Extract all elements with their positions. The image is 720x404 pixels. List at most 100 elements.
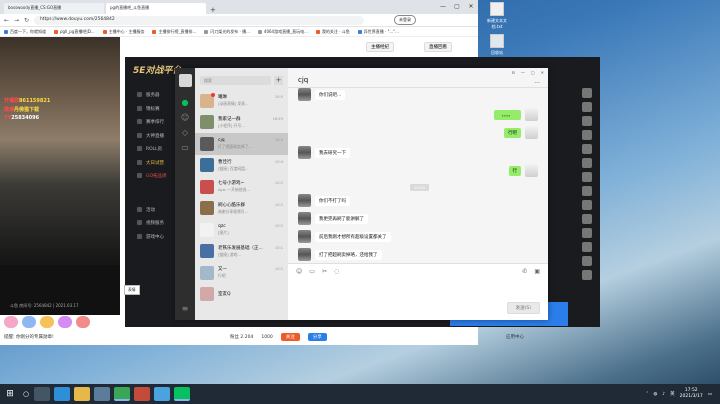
list-item[interactable]: 刷心心酷乐群 谢谢分享视频号... 10:2 [195, 198, 288, 220]
game-app-icon[interactable] [134, 387, 150, 401]
app-center-link[interactable]: 应用中心 [506, 334, 524, 340]
edge-icon[interactable] [54, 387, 70, 401]
bookmark-item[interactable]: 百度一下，你就知道 [4, 29, 46, 35]
avatar[interactable] [582, 158, 592, 168]
gift-icon[interactable] [76, 316, 90, 328]
folder-icon[interactable]: ▭ [309, 268, 315, 275]
avatar[interactable] [298, 248, 311, 261]
maximize-button[interactable]: ▢ [450, 0, 464, 14]
avatar[interactable] [582, 256, 592, 266]
close-button[interactable]: ✕ [464, 0, 478, 14]
close-button[interactable]: ✕ [541, 70, 544, 75]
add-button[interactable]: + [274, 76, 283, 85]
list-item[interactable]: 我家记一群 [小程序] 开号... 16:49 [195, 112, 288, 134]
follow-button[interactable]: 关注 [280, 333, 300, 341]
gift-icon[interactable] [58, 316, 72, 328]
avatar[interactable] [298, 230, 311, 243]
new-tab-button[interactable]: + [208, 6, 218, 14]
list-item[interactable]: 又一 行吧 10:1 [195, 262, 288, 284]
list-item[interactable]: 室友Q [195, 284, 288, 306]
account-button[interactable]: 未登录 [394, 15, 416, 25]
avatar[interactable] [582, 186, 592, 196]
avatar[interactable] [582, 270, 592, 280]
avatar[interactable] [298, 194, 311, 207]
url-field[interactable]: https://www.douyu.com/2564842 [34, 15, 364, 25]
bookmark-item[interactable]: 我的关注 · 斗鱼 [315, 29, 350, 35]
store-icon[interactable] [94, 387, 110, 401]
video-icon[interactable]: ▣ [534, 268, 540, 275]
volume-icon[interactable]: ♪ [662, 392, 665, 397]
bookmark-item[interactable]: pgll_pg直播吧|D... [54, 29, 95, 35]
maximize-button[interactable]: ▢ [531, 70, 535, 75]
list-item[interactable]: qzc [图片] 10:2 [195, 219, 288, 241]
desktop-icon-recycle-bin[interactable]: 回收站 [484, 34, 510, 56]
pin-button[interactable]: ⊟ [512, 70, 515, 75]
minimize-button[interactable]: — [436, 0, 450, 14]
clock[interactable]: 17:52 2021/3/17 [680, 388, 703, 400]
refresh-icon[interactable]: ↻ [24, 17, 30, 24]
input-language[interactable]: 英 [670, 391, 675, 397]
anchor-broker-button[interactable]: 主播经纪 [366, 42, 394, 52]
gift-icon[interactable] [40, 316, 54, 328]
qq-icon[interactable] [154, 387, 170, 401]
message-input-area[interactable]: ☺ ▭ ✂ ◌ ✆ ▣ 发送(S) [288, 263, 548, 320]
avatar[interactable] [525, 126, 538, 139]
menu-icon[interactable]: ≡ [175, 301, 195, 316]
avatar[interactable] [298, 146, 311, 159]
desktop-icon-textfile[interactable]: 新建文本文档.txt [484, 2, 510, 30]
back-icon[interactable]: ← [4, 17, 10, 24]
windows-start-icon[interactable]: ⊞ [0, 389, 20, 399]
share-button[interactable]: 分享 [307, 333, 327, 341]
avatar[interactable] [582, 172, 592, 182]
list-item[interactable]: 曦琳 [动画表情] 发表... 10:5 [195, 90, 288, 112]
chevron-up-icon[interactable]: ˄ [646, 392, 648, 397]
emoji-icon[interactable]: ☺ [296, 268, 302, 275]
chat-bubble-icon[interactable]: ◌ [334, 268, 339, 275]
chrome-icon[interactable] [114, 387, 130, 401]
chat-icon[interactable]: ● [175, 95, 195, 110]
gift-icon[interactable] [4, 316, 18, 328]
bookmark-item[interactable]: 4064游戏直播_直玩电... [257, 29, 308, 35]
bookmark-item[interactable]: 主播排行榜_直播排... [152, 29, 196, 35]
avatar[interactable] [582, 200, 592, 210]
scissors-icon[interactable]: ✂ [322, 268, 327, 275]
search-icon[interactable]: ○ [20, 390, 32, 398]
wechat-icon[interactable] [174, 387, 190, 401]
avatar[interactable] [298, 212, 311, 225]
contacts-icon[interactable]: ☺ [175, 110, 195, 125]
send-button[interactable]: 发送(S) [506, 302, 540, 314]
bookmark-item[interactable]: 异世界直播 · "..."... [357, 29, 399, 35]
notification-icon[interactable]: ▭ [708, 392, 712, 397]
avatar[interactable] [582, 88, 592, 98]
avatar[interactable] [582, 242, 592, 252]
live-stream-video[interactable]: 开播群861159821 微博丹佛猫下载 YY25834096 [0, 37, 120, 265]
list-item[interactable]: cjq 打了把面刷卖掉了... 10:5 [195, 133, 288, 155]
search-input[interactable]: 搜索 [200, 76, 271, 85]
avatar[interactable] [525, 164, 538, 177]
more-icon[interactable]: ··· [534, 80, 540, 87]
bookmark-item[interactable]: 主播中心 · 主播服务 [102, 29, 144, 35]
file-explorer-icon[interactable] [74, 387, 90, 401]
network-icon[interactable]: ◍ [653, 392, 657, 397]
list-item[interactable]: 曹佳行 [链接] 百度网盘... 10:4 [195, 155, 288, 177]
avatar[interactable] [525, 108, 538, 121]
favorites-icon[interactable]: ◇ [175, 125, 195, 140]
list-item[interactable]: 七号小游戏~ Aya: 一开始他说... 10:2 [195, 176, 288, 198]
task-view-icon[interactable] [34, 387, 50, 401]
folder-icon[interactable]: ▭ [175, 140, 195, 155]
avatar[interactable] [298, 88, 311, 101]
avatar[interactable] [582, 130, 592, 140]
replay-button[interactable]: 直播回看 [424, 42, 452, 52]
tab-bosswoody[interactable]: bosswoody直播_CS:GO直播 [4, 3, 104, 14]
list-item[interactable]: 老铁乐发展基础（正... [链接] 游戏... 10:1 [195, 241, 288, 263]
gift-icon[interactable] [22, 316, 36, 328]
avatar[interactable] [582, 144, 592, 154]
phone-icon[interactable]: ✆ [522, 268, 527, 275]
minimize-button[interactable]: — [521, 70, 525, 75]
avatar[interactable] [582, 116, 592, 126]
avatar[interactable] [582, 228, 592, 238]
forward-icon[interactable]: → [14, 17, 20, 24]
avatar[interactable] [178, 74, 192, 87]
avatar[interactable] [582, 214, 592, 224]
tab-pg-live[interactable]: pg的直播吧_斗鱼直播 [106, 3, 206, 14]
